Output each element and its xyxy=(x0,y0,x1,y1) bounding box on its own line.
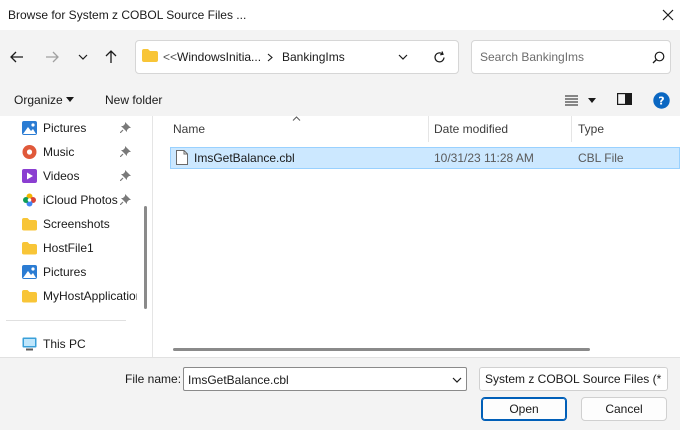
pin-icon xyxy=(120,194,131,205)
file-type-value: System z COBOL Source Files (* xyxy=(485,372,662,386)
breadcrumb-overflow[interactable]: << xyxy=(163,50,177,64)
file-list-scrollbar[interactable] xyxy=(173,348,590,351)
search-input[interactable] xyxy=(480,49,640,65)
arrow-left-icon xyxy=(10,51,23,63)
chevron-down-icon xyxy=(398,54,408,60)
file-type-cell: CBL File xyxy=(578,151,624,165)
nav-divider xyxy=(6,320,126,321)
file-date-cell: 10/31/23 11:28 AM xyxy=(434,151,534,165)
pin-icon xyxy=(120,122,131,133)
nav-item-music[interactable]: Music xyxy=(0,140,140,164)
icloud-photos-icon xyxy=(23,193,36,207)
recent-locations-button[interactable] xyxy=(71,45,95,69)
file-name-combobox[interactable] xyxy=(183,367,467,391)
file-name-cell: ImsGetBalance.cbl xyxy=(194,151,295,165)
chevron-right-icon xyxy=(267,53,273,62)
close-button[interactable] xyxy=(656,3,680,27)
refresh-button[interactable] xyxy=(427,45,451,69)
music-icon xyxy=(22,145,37,159)
nav-item-label: MyHostApplication xyxy=(43,289,137,303)
window-title: Browse for System z COBOL Source Files .… xyxy=(8,8,247,22)
refresh-icon xyxy=(433,50,445,62)
nav-item-pictures[interactable]: Pictures xyxy=(0,116,140,140)
nav-item-icloud-photos[interactable]: iCloud Photos xyxy=(0,188,140,212)
file-icon xyxy=(176,150,188,165)
nav-pane-scrollbar[interactable] xyxy=(144,206,147,309)
view-options-button[interactable] xyxy=(563,93,599,109)
close-icon xyxy=(662,9,674,21)
computer-icon xyxy=(22,337,37,351)
nav-item-myhostapplication[interactable]: MyHostApplication xyxy=(0,284,140,308)
breadcrumb-item[interactable]: WindowsInitia... xyxy=(177,50,261,64)
column-separator[interactable] xyxy=(571,116,572,142)
column-separator[interactable] xyxy=(428,116,429,142)
column-header-type[interactable]: Type xyxy=(578,122,604,136)
organize-button[interactable]: Organize xyxy=(14,93,63,107)
search-box[interactable] xyxy=(471,40,671,74)
organize-label: Organize xyxy=(14,93,63,107)
nav-item-label: HostFile1 xyxy=(43,241,94,255)
caret-down-icon xyxy=(588,98,596,103)
nav-item-videos[interactable]: Videos xyxy=(0,164,140,188)
nav-item-hostfile1[interactable]: HostFile1 xyxy=(0,236,140,260)
address-dropdown-button[interactable] xyxy=(391,45,415,69)
search-icon xyxy=(652,51,665,64)
folder-icon xyxy=(22,218,37,231)
file-name-input[interactable] xyxy=(188,372,438,387)
column-header-name[interactable]: Name xyxy=(173,122,205,136)
back-button[interactable] xyxy=(5,45,29,69)
navigation-pane: Pictures Music Videos iCloud Photos Scre… xyxy=(0,116,152,357)
nav-item-label: Pictures xyxy=(43,265,87,279)
nav-item-label: This PC xyxy=(43,337,86,351)
folder-icon xyxy=(22,242,37,255)
help-icon: ? xyxy=(653,92,670,109)
column-header-date[interactable]: Date modified xyxy=(434,122,508,136)
nav-item-pictures-2[interactable]: Pictures xyxy=(0,260,140,284)
pin-icon xyxy=(120,146,131,157)
help-button[interactable]: ? xyxy=(653,92,670,109)
preview-pane-icon xyxy=(617,93,633,106)
arrow-right-icon xyxy=(46,51,59,63)
svg-text:?: ? xyxy=(658,95,664,108)
chevron-down-icon xyxy=(78,54,88,60)
nav-item-screenshots[interactable]: Screenshots xyxy=(0,212,140,236)
nav-item-label: Screenshots xyxy=(43,217,110,231)
pin-icon xyxy=(120,170,131,181)
file-type-select[interactable]: System z COBOL Source Files (* xyxy=(479,367,668,391)
pictures-icon xyxy=(22,121,37,135)
breadcrumb-item[interactable]: BankingIms xyxy=(282,50,345,64)
list-view-icon xyxy=(565,95,578,106)
sort-ascending-icon xyxy=(292,116,301,121)
forward-button[interactable] xyxy=(40,45,64,69)
open-button[interactable]: Open xyxy=(481,397,567,421)
pictures-icon xyxy=(22,265,37,279)
up-button[interactable] xyxy=(99,45,123,69)
arrow-up-icon xyxy=(105,50,117,63)
nav-item-this-pc[interactable]: This PC xyxy=(0,332,140,356)
preview-pane-button[interactable] xyxy=(617,93,635,107)
folder-icon xyxy=(142,49,158,62)
chevron-down-icon[interactable] xyxy=(452,377,462,383)
cancel-button[interactable]: Cancel xyxy=(581,397,667,421)
new-folder-button[interactable]: New folder xyxy=(105,93,162,107)
folder-icon xyxy=(22,290,37,303)
caret-down-icon xyxy=(66,97,74,102)
file-name-label: File name: xyxy=(125,372,182,386)
videos-icon xyxy=(22,169,37,183)
